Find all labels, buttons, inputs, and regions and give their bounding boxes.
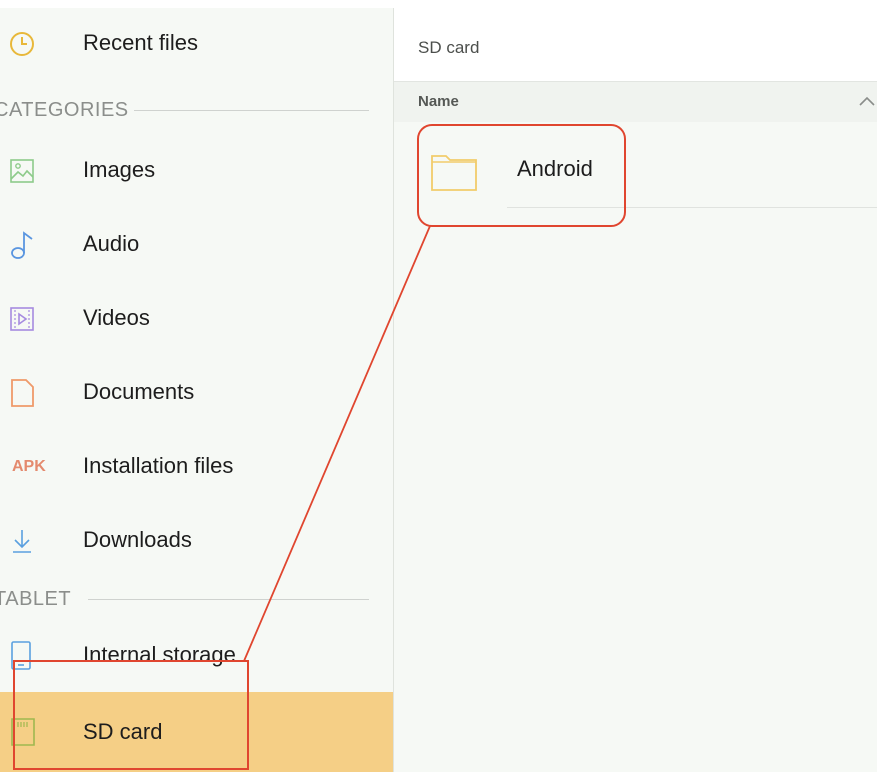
sidebar-item-label: Internal storage <box>83 642 236 667</box>
sidebar-item-label: Videos <box>83 305 150 330</box>
sidebar-item-installation-files[interactable]: APK Installation files <box>0 429 393 503</box>
sidebar-item-documents[interactable]: Documents <box>0 355 393 429</box>
sidebar-item-recent-files[interactable]: Recent files <box>0 8 393 80</box>
top-strip <box>0 0 877 8</box>
section-divider <box>88 599 369 600</box>
apk-icon-text: APK <box>12 458 46 475</box>
sidebar-item-downloads[interactable]: Downloads <box>0 503 393 577</box>
sidebar-item-label: Installation files <box>83 453 234 478</box>
sidebar-item-images[interactable]: Images <box>0 133 393 207</box>
sidebar: Recent files CATEGORIES Images Audio Vid… <box>0 8 394 772</box>
image-icon <box>8 157 48 185</box>
main-header: SD card <box>394 8 877 82</box>
file-name: Android <box>517 156 593 181</box>
list-item[interactable]: Android <box>394 122 877 208</box>
document-icon <box>8 379 48 407</box>
chevron-up-icon[interactable] <box>857 94 877 108</box>
clock-icon <box>8 30 48 58</box>
section-header-categories: CATEGORIES <box>0 95 393 125</box>
video-icon <box>8 305 48 333</box>
sd-card-icon <box>8 718 48 746</box>
sidebar-item-label: Documents <box>83 379 195 404</box>
column-header[interactable]: Name <box>394 82 877 122</box>
sidebar-item-label: SD card <box>83 719 163 744</box>
sidebar-item-label: Downloads <box>83 527 192 552</box>
column-header-name[interactable]: Name <box>418 82 459 122</box>
section-header-tablet: TABLET <box>0 584 393 614</box>
download-icon <box>8 527 48 555</box>
sidebar-item-internal-storage[interactable]: Internal storage <box>0 618 393 692</box>
row-divider <box>507 207 877 208</box>
sidebar-item-label: Recent files <box>83 30 198 55</box>
page-title: SD card <box>418 38 480 57</box>
sidebar-item-label: Images <box>83 157 156 182</box>
sidebar-item-label: Audio <box>83 231 140 256</box>
music-note-icon <box>8 231 48 259</box>
file-manager-app: Recent files CATEGORIES Images Audio Vid… <box>0 8 877 772</box>
section-divider <box>134 110 369 111</box>
folder-icon <box>430 152 478 192</box>
sidebar-item-audio[interactable]: Audio <box>0 207 393 281</box>
section-title: TABLET <box>0 588 72 610</box>
sidebar-item-videos[interactable]: Videos <box>0 281 393 355</box>
tablet-icon <box>8 641 48 670</box>
sidebar-item-sd-card[interactable]: SD card <box>0 692 393 772</box>
main-panel: SD card Name Android <box>394 8 877 772</box>
apk-icon: APK <box>8 453 48 481</box>
section-title: CATEGORIES <box>0 99 129 121</box>
